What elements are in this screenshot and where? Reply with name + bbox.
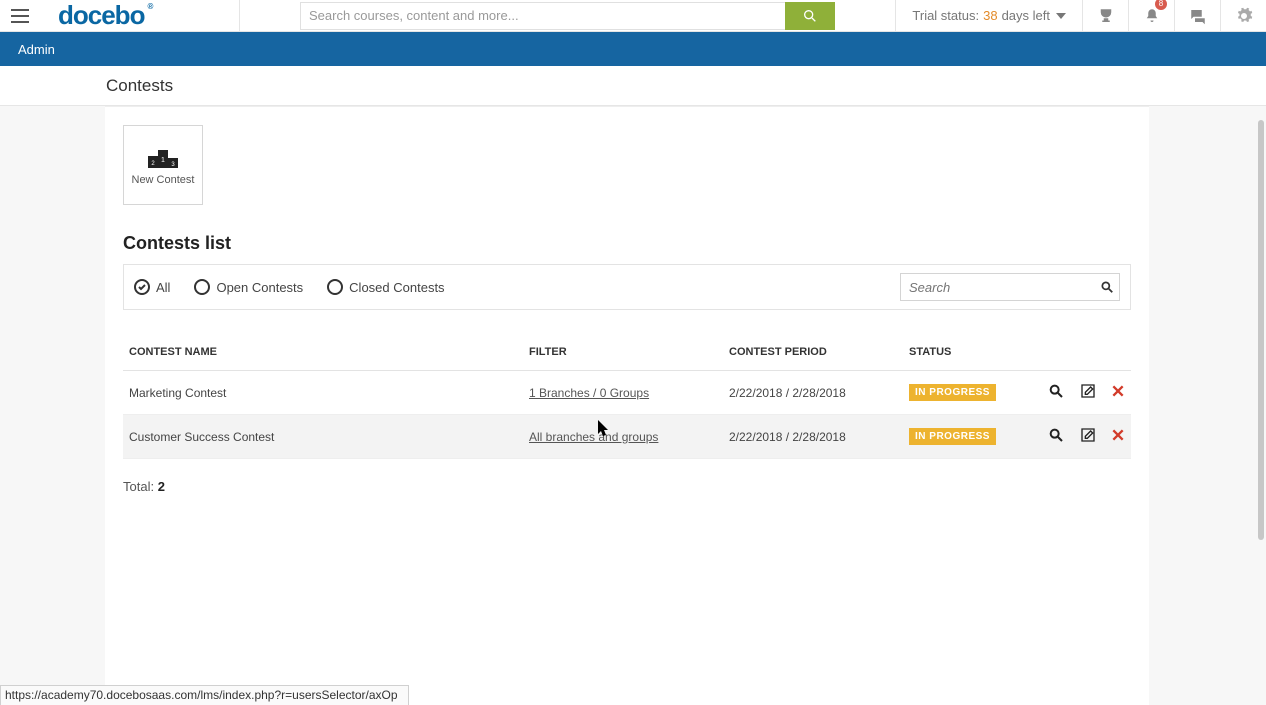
- radio-checked-icon: [134, 279, 150, 295]
- contests-table: CONTEST NAME FILTER CONTEST PERIOD STATU…: [123, 338, 1131, 459]
- view-button[interactable]: [1048, 427, 1064, 446]
- global-search: [300, 0, 835, 32]
- notification-badge: 8: [1155, 0, 1167, 10]
- total-value: 2: [158, 479, 165, 494]
- edit-button[interactable]: [1080, 383, 1096, 402]
- trophy-icon: [1097, 7, 1115, 25]
- topbar-icons: 8: [1082, 0, 1266, 32]
- podium-icon: 1 2 3: [145, 144, 181, 168]
- hamburger-menu-button[interactable]: [0, 0, 40, 32]
- browser-status-url: https://academy70.docebosaas.com/lms/ind…: [0, 685, 409, 705]
- cell-filter-link[interactable]: All branches and groups: [529, 430, 658, 444]
- status-badge: IN PROGRESS: [909, 384, 996, 401]
- table-header-row: CONTEST NAME FILTER CONTEST PERIOD STATU…: [123, 338, 1131, 371]
- filter-all-label: All: [156, 280, 170, 295]
- col-status: STATUS: [903, 338, 1013, 371]
- cell-filter-link[interactable]: 1 Branches / 0 Groups: [529, 386, 649, 400]
- magnify-icon: [1048, 427, 1064, 443]
- new-contest-tile[interactable]: 1 2 3 New Contest: [123, 125, 203, 205]
- edit-button[interactable]: [1080, 427, 1096, 446]
- filter-closed[interactable]: Closed Contests: [327, 279, 444, 295]
- cell-period: 2/22/2018 / 2/28/2018: [723, 415, 903, 459]
- magnify-icon: [1048, 383, 1064, 399]
- edit-icon: [1080, 383, 1096, 399]
- top-bar: docebo® Trial status: 38 days left 8: [0, 0, 1266, 32]
- filter-open[interactable]: Open Contests: [194, 279, 303, 295]
- contests-list-title: Contests list: [123, 233, 1131, 254]
- col-actions: [1013, 338, 1131, 371]
- filter-all[interactable]: All: [134, 279, 170, 295]
- total-count: Total: 2: [123, 479, 1131, 494]
- edit-icon: [1080, 427, 1096, 443]
- notifications-button[interactable]: 8: [1128, 0, 1174, 32]
- search-icon: [802, 8, 818, 24]
- cell-name: Customer Success Contest: [123, 415, 523, 459]
- page-title: Contests: [106, 76, 173, 96]
- page-title-bar: Contests: [0, 66, 1266, 106]
- logo[interactable]: docebo®: [40, 0, 240, 32]
- radio-unchecked-icon: [327, 279, 343, 295]
- trophy-button[interactable]: [1082, 0, 1128, 32]
- table-row: Customer Success Contest All branches an…: [123, 415, 1131, 459]
- trial-status-dropdown[interactable]: Trial status: 38 days left: [895, 0, 1082, 32]
- chat-icon: [1189, 7, 1207, 25]
- filter-closed-label: Closed Contests: [349, 280, 444, 295]
- status-badge: IN PROGRESS: [909, 428, 996, 445]
- contest-search-button[interactable]: [1095, 274, 1119, 300]
- global-search-button[interactable]: [785, 2, 835, 30]
- hamburger-icon: [11, 9, 29, 23]
- filter-row: All Open Contests Closed Contests: [123, 264, 1131, 310]
- trial-label: Trial status:: [912, 8, 979, 23]
- view-button[interactable]: [1048, 383, 1064, 402]
- close-icon: [1111, 428, 1125, 442]
- svg-text:1: 1: [161, 157, 165, 164]
- gear-icon: [1235, 7, 1253, 25]
- delete-button[interactable]: [1111, 428, 1125, 445]
- admin-bar: Admin: [0, 32, 1266, 66]
- delete-button[interactable]: [1111, 384, 1125, 401]
- logo-text: docebo®: [58, 0, 144, 31]
- global-search-input[interactable]: [300, 2, 785, 30]
- chevron-down-icon: [1056, 13, 1066, 19]
- settings-button[interactable]: [1220, 0, 1266, 32]
- cell-name: Marketing Contest: [123, 371, 523, 415]
- cell-period: 2/22/2018 / 2/28/2018: [723, 371, 903, 415]
- search-icon: [1100, 280, 1114, 294]
- col-filter: FILTER: [523, 338, 723, 371]
- contest-search-input[interactable]: [901, 280, 1095, 295]
- table-row: Marketing Contest 1 Branches / 0 Groups …: [123, 371, 1131, 415]
- new-contest-label: New Contest: [132, 174, 195, 186]
- content-panel: 1 2 3 New Contest Contests list All Open…: [105, 106, 1149, 705]
- trial-suffix: days left: [1002, 8, 1050, 23]
- scrollbar-thumb[interactable]: [1258, 120, 1264, 540]
- admin-label[interactable]: Admin: [18, 42, 55, 57]
- messages-button[interactable]: [1174, 0, 1220, 32]
- trial-days: 38: [983, 8, 997, 23]
- total-label: Total:: [123, 479, 154, 494]
- radio-unchecked-icon: [194, 279, 210, 295]
- close-icon: [1111, 384, 1125, 398]
- col-period: CONTEST PERIOD: [723, 338, 903, 371]
- col-name: CONTEST NAME: [123, 338, 523, 371]
- contest-search: [900, 273, 1120, 301]
- filter-open-label: Open Contests: [216, 280, 303, 295]
